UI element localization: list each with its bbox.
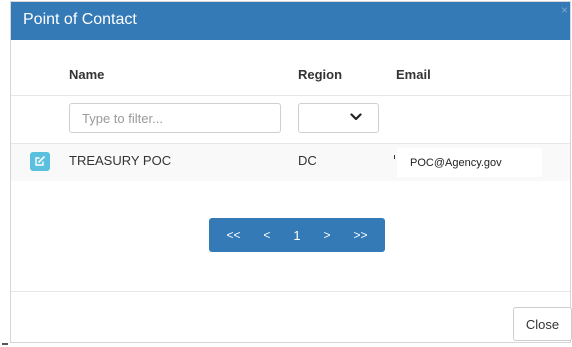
current-page[interactable]: 1 xyxy=(289,224,304,247)
next-page-button[interactable]: > xyxy=(320,224,335,246)
table-row: TREASURY POC DC POC@Agency.gov xyxy=(11,144,570,181)
column-header-name[interactable]: Name xyxy=(69,67,104,82)
contact-email: POC@Agency.gov xyxy=(397,148,542,177)
chevron-down-icon xyxy=(350,113,362,121)
decorative-dash xyxy=(2,343,8,345)
prev-page-button[interactable]: < xyxy=(259,224,274,246)
column-header-region[interactable]: Region xyxy=(298,67,342,82)
point-of-contact-dialog: Point of Contact × Name Region Email TRE… xyxy=(10,1,572,343)
close-button[interactable]: Close xyxy=(513,307,572,341)
dialog-header: Point of Contact × xyxy=(11,2,570,40)
contact-region: DC xyxy=(298,153,317,168)
column-header-email[interactable]: Email xyxy=(396,67,431,82)
contact-name: TREASURY POC xyxy=(69,153,172,168)
dialog-title: Point of Contact xyxy=(23,11,137,28)
header-divider xyxy=(11,95,570,96)
close-icon[interactable]: × xyxy=(561,3,568,17)
first-page-button[interactable]: << xyxy=(222,224,244,246)
name-filter-input[interactable] xyxy=(69,103,281,133)
pagination: << < 1 > >> xyxy=(209,218,385,252)
region-filter-select[interactable] xyxy=(298,103,379,133)
last-page-button[interactable]: >> xyxy=(350,224,372,246)
edit-icon xyxy=(35,156,45,166)
text-cursor-mark xyxy=(394,155,395,159)
edit-button[interactable] xyxy=(30,152,50,171)
footer-divider xyxy=(11,291,570,292)
